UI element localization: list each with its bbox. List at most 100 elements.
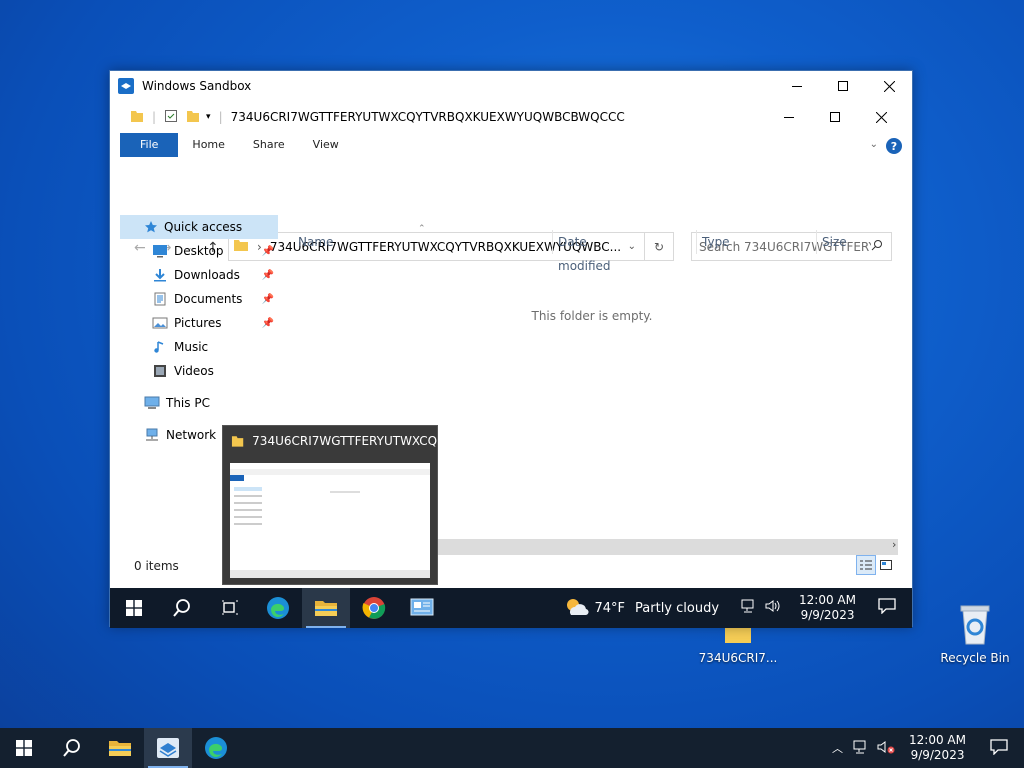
nav-downloads[interactable]: Downloads 📌	[120, 263, 278, 287]
partly-cloudy-icon	[566, 599, 589, 616]
computer-icon	[144, 396, 160, 409]
sandbox-close-button[interactable]	[866, 71, 912, 101]
nav-desktop-label: Desktop	[174, 244, 224, 258]
nav-network-label: Network	[166, 428, 217, 442]
recycle-bin-label: Recycle Bin	[940, 651, 1010, 665]
star-icon	[145, 221, 157, 233]
nav-videos-label: Videos	[174, 364, 214, 378]
desktop-folder-label: 734U6CRI7...	[698, 651, 778, 665]
weather-temperature[interactable]: 74°F	[595, 601, 626, 616]
pin-icon: 📌	[261, 245, 274, 257]
notification-icon[interactable]	[990, 738, 1008, 758]
explorer-maximize-button[interactable]	[812, 101, 858, 133]
explorer-title: 734U6CRI7WGTTFERYUTWXCQYTVRBQXKUEXWYUQWB…	[230, 110, 625, 124]
nav-music[interactable]: Music	[120, 335, 278, 359]
sandbox-search-button[interactable]	[158, 588, 206, 628]
sandbox-minimize-button[interactable]	[774, 71, 820, 101]
windows-sandbox-button[interactable]	[144, 728, 192, 768]
music-icon	[154, 341, 164, 353]
volume-muted-icon[interactable]	[877, 740, 895, 757]
search-button[interactable]	[48, 728, 96, 768]
system-tray: ︿ 12:00 AM 9/9/2023	[832, 728, 1024, 768]
qat-dropdown-icon[interactable]: ▾	[206, 112, 211, 122]
nav-quick-access[interactable]: Quick access	[120, 215, 278, 239]
sandbox-app-icon	[118, 78, 134, 94]
notification-icon[interactable]	[878, 598, 896, 618]
pin-icon: 📌	[261, 293, 274, 305]
sandbox-maximize-button[interactable]	[820, 71, 866, 101]
file-explorer-icon	[109, 741, 131, 756]
edge-icon	[205, 737, 227, 759]
nav-quick-access-label: Quick access	[164, 220, 243, 234]
new-folder-icon[interactable]	[186, 109, 200, 126]
explorer-titlebar[interactable]: | ▾ | 734U6CRI7WGTTFERYUTWXCQYTVRBQXKUEX…	[120, 101, 904, 133]
help-icon[interactable]: ?	[886, 138, 902, 154]
file-explorer-button[interactable]	[96, 728, 144, 768]
sandbox-control-panel-button[interactable]	[398, 588, 446, 628]
address-dropdown-icon[interactable]: ⌄	[628, 241, 636, 252]
host-time: 12:00 AM	[909, 733, 966, 747]
scroll-right-icon[interactable]: ›	[892, 538, 896, 551]
sandbox-chrome-button[interactable]	[350, 588, 398, 628]
weather-description[interactable]: Partly cloudy	[635, 601, 719, 616]
file-explorer-icon	[315, 601, 337, 616]
show-hidden-icons-icon[interactable]: ︿	[832, 740, 843, 756]
host-date: 9/9/2023	[910, 748, 965, 762]
pin-icon: 📌	[261, 269, 274, 281]
recycle-bin-icon	[960, 605, 990, 645]
document-icon	[154, 292, 166, 306]
nav-music-label: Music	[174, 340, 209, 354]
details-view-icon[interactable]	[856, 555, 876, 575]
ribbon-expand-icon[interactable]: ⌄	[870, 133, 878, 157]
taskbar-thumbnail-preview[interactable]: 734U6CRI7WGTTFERYUTWXCQ...	[222, 425, 438, 585]
large-icons-view-icon[interactable]	[876, 555, 896, 575]
sandbox-start-button[interactable]	[110, 588, 158, 628]
explorer-close-button[interactable]	[858, 101, 904, 133]
edge-button[interactable]	[192, 728, 240, 768]
preview-title: 734U6CRI7WGTTFERYUTWXCQ...	[252, 434, 437, 448]
column-date-modified[interactable]: Date modified	[558, 230, 611, 273]
horizontal-scrollbar[interactable]	[436, 539, 898, 555]
tab-file[interactable]: File	[120, 133, 179, 157]
search-icon	[871, 239, 883, 254]
tab-share[interactable]: Share	[239, 133, 299, 157]
download-icon	[154, 269, 166, 282]
network-icon	[146, 428, 158, 441]
sandbox-titlebar[interactable]: Windows Sandbox	[110, 71, 912, 101]
nav-this-pc[interactable]: This PC	[120, 391, 278, 415]
sandbox-file-explorer-button[interactable]	[302, 588, 350, 628]
chrome-icon	[362, 597, 386, 619]
nav-desktop[interactable]: Desktop 📌	[120, 239, 278, 263]
sandbox-edge-button[interactable]	[254, 588, 302, 628]
tab-view[interactable]: View	[299, 133, 353, 157]
sandbox-system-tray: 74°F Partly cloudy 12:00 AM 9/9/2023	[563, 588, 913, 628]
view-buttons	[856, 555, 896, 575]
nav-documents[interactable]: Documents 📌	[120, 287, 278, 311]
start-button[interactable]	[0, 728, 48, 768]
refresh-icon[interactable]: ↻	[645, 240, 673, 254]
column-name[interactable]: Name	[298, 230, 333, 254]
windows-sandbox-icon	[157, 738, 179, 758]
folder-icon	[231, 436, 244, 447]
sort-up-icon: ⌃	[418, 224, 426, 234]
column-size[interactable]: Size	[822, 230, 847, 254]
folder-icon	[130, 109, 144, 126]
desktop-icon	[153, 245, 167, 258]
sandbox-task-view-button[interactable]	[206, 588, 254, 628]
search-icon	[173, 599, 190, 617]
column-type[interactable]: Type	[702, 230, 730, 254]
volume-icon[interactable]	[765, 599, 781, 617]
nav-this-pc-label: This PC	[166, 396, 210, 410]
edge-icon	[267, 597, 289, 619]
tab-home[interactable]: Home	[178, 133, 238, 157]
control-panel-icon	[410, 598, 434, 616]
explorer-minimize-button[interactable]	[766, 101, 812, 133]
recycle-bin[interactable]: Recycle Bin	[930, 602, 1020, 665]
sandbox-clock[interactable]: 12:00 AM 9/9/2023	[789, 593, 866, 623]
network-tray-icon[interactable]	[853, 740, 869, 757]
network-tray-icon[interactable]	[741, 599, 757, 617]
host-clock[interactable]: 12:00 AM 9/9/2023	[899, 733, 976, 763]
status-item-count: 0 items	[134, 559, 179, 573]
properties-icon[interactable]	[164, 109, 178, 126]
nav-videos[interactable]: Videos	[120, 359, 278, 383]
